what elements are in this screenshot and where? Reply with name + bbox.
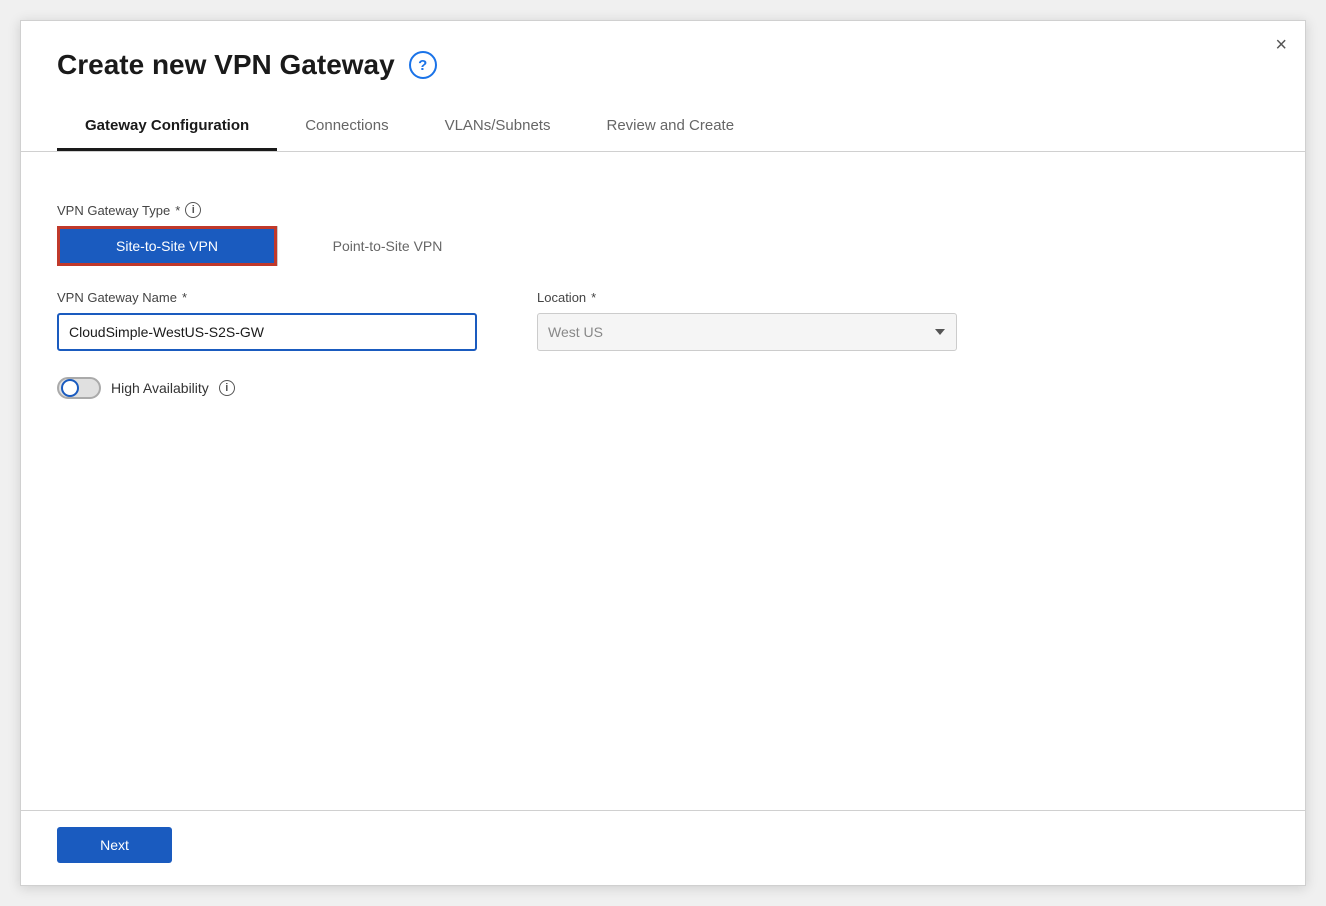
vpn-type-section: VPN Gateway Type * i Site-to-Site VPN Po… [57, 202, 1269, 266]
dialog-footer: Next [21, 810, 1305, 885]
vpn-type-toggle-group: Site-to-Site VPN Point-to-Site VPN [57, 226, 497, 266]
tab-review-create[interactable]: Review and Create [578, 99, 762, 151]
point-to-site-button[interactable]: Point-to-Site VPN [277, 226, 497, 266]
toggle-knob [61, 379, 79, 397]
dialog-header: Create new VPN Gateway ? [21, 21, 1305, 99]
high-availability-info-icon[interactable]: i [219, 380, 235, 396]
location-label: Location * [537, 290, 957, 305]
title-row: Create new VPN Gateway ? [57, 49, 1269, 81]
name-location-row: VPN Gateway Name * Location * West US Ea… [57, 290, 1269, 351]
next-button[interactable]: Next [57, 827, 172, 863]
location-group: Location * West US East US Central US [537, 290, 957, 351]
required-star-type: * [175, 203, 180, 218]
location-select-wrapper: West US East US Central US [537, 313, 957, 351]
location-select[interactable]: West US East US Central US [537, 313, 957, 351]
gateway-name-label: VPN Gateway Name * [57, 290, 477, 305]
high-availability-toggle[interactable] [57, 377, 101, 399]
vpn-type-info-icon[interactable]: i [185, 202, 201, 218]
vpn-type-label: VPN Gateway Type * i [57, 202, 1269, 218]
dialog-body: VPN Gateway Type * i Site-to-Site VPN Po… [21, 152, 1305, 810]
close-button[interactable]: × [1275, 35, 1287, 55]
required-star-location: * [591, 290, 596, 305]
tab-vlans-subnets[interactable]: VLANs/Subnets [417, 99, 579, 151]
help-icon[interactable]: ? [409, 51, 437, 79]
gateway-name-input[interactable] [57, 313, 477, 351]
high-availability-label: High Availability [111, 380, 209, 396]
required-star-name: * [182, 290, 187, 305]
dialog-title: Create new VPN Gateway [57, 49, 395, 81]
tabs-row: Gateway Configuration Connections VLANs/… [21, 99, 1305, 152]
tab-gateway-configuration[interactable]: Gateway Configuration [57, 99, 277, 151]
create-vpn-gateway-dialog: × Create new VPN Gateway ? Gateway Confi… [20, 20, 1306, 886]
site-to-site-button[interactable]: Site-to-Site VPN [57, 226, 277, 266]
high-availability-row: High Availability i [57, 377, 1269, 399]
gateway-name-group: VPN Gateway Name * [57, 290, 477, 351]
tab-connections[interactable]: Connections [277, 99, 416, 151]
